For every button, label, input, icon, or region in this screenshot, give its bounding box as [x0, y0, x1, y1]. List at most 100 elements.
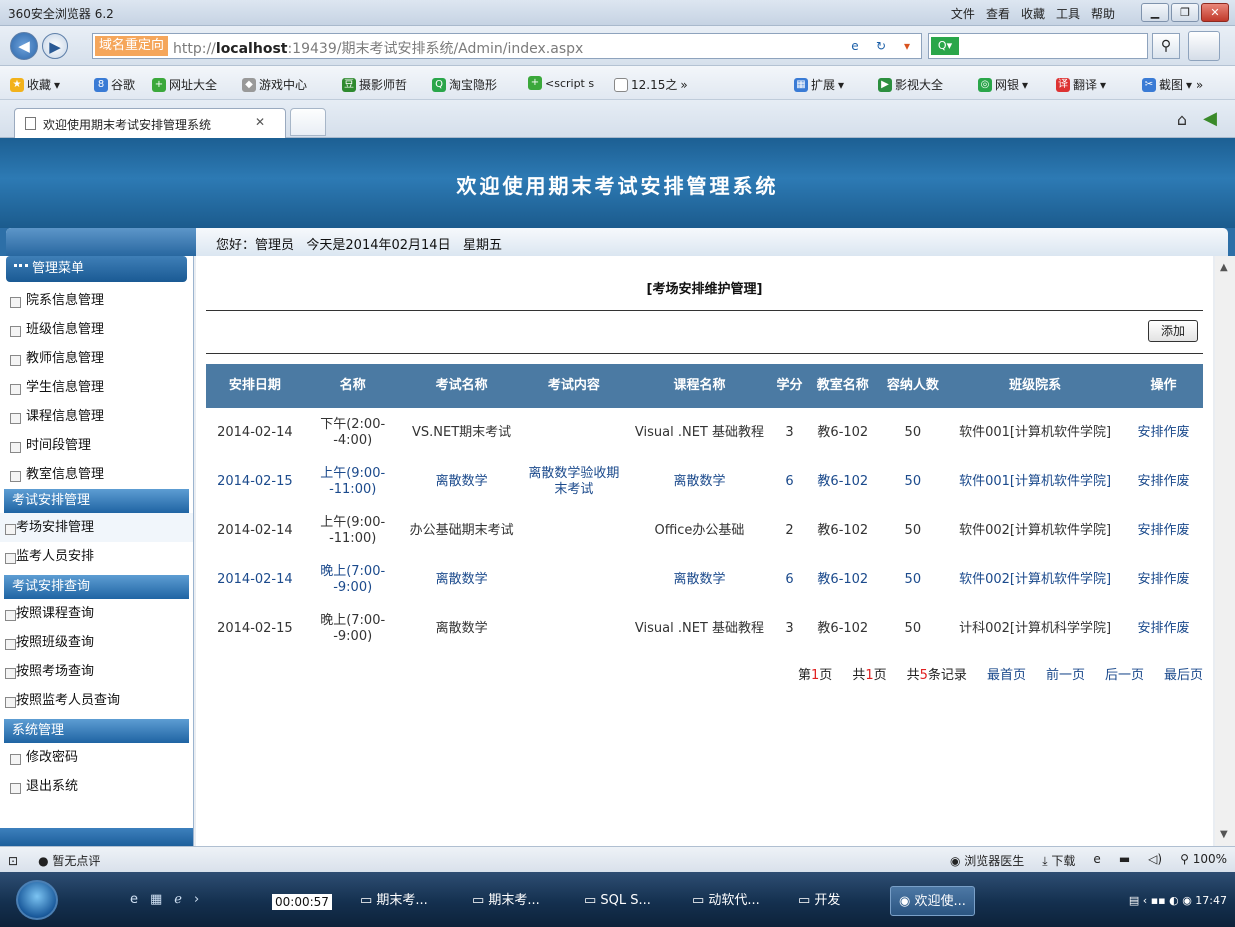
pager-prev-link[interactable]: 前一页 [1046, 664, 1085, 683]
sidebar-item-department[interactable]: 院系信息管理 [0, 286, 193, 315]
undo-arrow-icon[interactable]: ◀ [1203, 108, 1217, 129]
fav-script[interactable]: + <script s [528, 76, 594, 90]
rating-text[interactable]: ● 暂无点评 [38, 852, 100, 869]
menu-tools[interactable]: 工具 [1056, 5, 1080, 22]
menu-help[interactable]: 帮助 [1091, 5, 1115, 22]
zoom-control[interactable]: ⚲ 100% [1180, 852, 1227, 869]
home-icon[interactable]: ⌂ [1177, 110, 1187, 129]
fav-sites[interactable]: + 网址大全 [152, 76, 217, 93]
maximize-button[interactable]: ❐ [1171, 3, 1199, 22]
close-tab-icon[interactable]: ✕ [255, 115, 265, 129]
cell-room: 教6-102 [817, 571, 869, 587]
compat-mode-icon[interactable]: e [845, 37, 865, 55]
cancel-arrangement-link[interactable]: 安排作废 [1124, 555, 1203, 604]
scroll-down-icon[interactable]: ▼ [1220, 829, 1228, 840]
pager-first-link[interactable]: 最首页 [987, 664, 1026, 683]
close-button[interactable]: ✕ [1201, 3, 1229, 22]
start-button[interactable] [16, 880, 58, 920]
ie-mode-icon[interactable]: e [1093, 852, 1100, 869]
search-input[interactable]: Q▾ [928, 33, 1148, 59]
tab-welcome[interactable]: 欢迎使用期末考试安排管理系统 ✕ [14, 108, 286, 138]
sidebar-item-teacher[interactable]: 教师信息管理 [0, 344, 193, 373]
menu-file[interactable]: 文件 [951, 5, 975, 22]
add-button[interactable]: 添加 [1148, 320, 1198, 342]
taskbar-item[interactable]: ▭ 期末考... [352, 886, 436, 916]
fav-photo[interactable]: 豆摄影师哲 [342, 76, 407, 93]
fav-games[interactable]: ◆ 游戏中心 [242, 76, 307, 93]
cancel-arrangement-link[interactable]: 安排作废 [1124, 604, 1203, 653]
fav-taobao[interactable]: Q 淘宝隐形 [432, 76, 497, 93]
column-header: 考试内容 [521, 364, 627, 408]
fav-screenshot[interactable]: ✂ 截图 ▾ » [1142, 76, 1203, 93]
fav-video[interactable]: ▶ 影视大全 [878, 76, 943, 93]
browser-doctor-button[interactable]: ◉ 浏览器医生 [950, 852, 1024, 869]
sidebar-item-classroom[interactable]: 教室信息管理 [0, 460, 193, 489]
back-button[interactable]: ◀ [10, 32, 38, 60]
column-header: 班级院系 [946, 364, 1124, 408]
sidebar-section-query[interactable]: 考试安排查询 [4, 575, 189, 599]
sidebar-item-password[interactable]: 修改密码 [0, 743, 193, 772]
cell-date: 2014-02-15 [217, 620, 293, 636]
fav-google[interactable]: 8 谷歌 [94, 76, 135, 93]
vertical-scrollbar[interactable]: ▲ ▼ [1215, 256, 1235, 846]
sidebar-item-proctor[interactable]: 监考人员安排 [0, 542, 193, 571]
ie-icon[interactable]: ℯ [174, 892, 182, 907]
sidebar-item-exam-room[interactable]: 考场安排管理 [0, 513, 193, 542]
sidebar-toggle-icon[interactable]: ⊡ [8, 854, 18, 868]
volume-icon[interactable]: ◁) [1148, 852, 1162, 869]
window-controls: ▁ ❐ ✕ [1141, 3, 1229, 22]
chevron-right-icon[interactable]: › [194, 892, 199, 907]
sidebar: 管理菜单 院系信息管理 班级信息管理 教师信息管理 学生信息管理 课程信息管理 … [0, 256, 194, 846]
cell-date: 2014-02-14 [217, 424, 293, 440]
cell-slot: 上午(9:00--11:00) [320, 465, 386, 497]
redirect-tag[interactable]: 域名重定向 [95, 36, 169, 56]
pager-last-link[interactable]: 最后页 [1164, 664, 1203, 683]
sidebar-item-by-room[interactable]: 按照考场查询 [0, 657, 193, 686]
window-icon[interactable]: ▬ [1119, 852, 1130, 869]
sidebar-item-class[interactable]: 班级信息管理 [0, 315, 193, 344]
sidebar-item-timeslot[interactable]: 时间段管理 [0, 431, 193, 460]
sidebar-item-by-course[interactable]: 按照课程查询 [0, 599, 193, 628]
cancel-arrangement-link[interactable]: 安排作废 [1124, 506, 1203, 555]
sidebar-item-logout[interactable]: 退出系统 [0, 772, 193, 801]
taskbar-item[interactable]: ▭ 期末考... [464, 886, 548, 916]
sidebar-item-by-proctor[interactable]: 按照监考人员查询 [0, 686, 193, 715]
fav-translate[interactable]: 译翻译 ▾ [1056, 76, 1106, 93]
fav-collect[interactable]: ★ 收藏 ▾ [10, 76, 60, 93]
cancel-arrangement-link[interactable]: 安排作废 [1124, 408, 1203, 457]
menu-favorites[interactable]: 收藏 [1021, 5, 1045, 22]
menu-view[interactable]: 查看 [986, 5, 1010, 22]
forward-button[interactable]: ▶ [42, 33, 68, 59]
taskbar-item[interactable]: ▭ 开发 [790, 886, 848, 916]
dropdown-icon[interactable]: ▾ [897, 37, 917, 55]
cancel-arrangement-link[interactable]: 安排作废 [1124, 457, 1203, 506]
scroll-up-icon[interactable]: ▲ [1220, 262, 1228, 273]
user-avatar-button[interactable] [1188, 31, 1220, 61]
taskbar-item-active[interactable]: ◉ 欢迎使... [890, 886, 975, 916]
refresh-icon[interactable]: ↻ [871, 37, 891, 55]
taskbar-item[interactable]: ▭ 动软代... [684, 886, 768, 916]
browser-icon[interactable]: e [130, 892, 138, 907]
url-text[interactable]: http://localhost:19439/期末考试安排系统/Admin/in… [173, 38, 583, 58]
new-tab-button[interactable] [290, 108, 326, 136]
url-field[interactable]: 域名重定向 http://localhost:19439/期末考试安排系统/Ad… [92, 33, 922, 59]
fav-doc[interactable]: 12.15之 » [614, 76, 688, 93]
sidebar-section-system[interactable]: 系统管理 [4, 719, 189, 743]
fav-bank[interactable]: ◎ 网银 ▾ [978, 76, 1028, 93]
cell-exam-content [522, 604, 626, 653]
fav-extend[interactable]: ▦ 扩展 ▾ [794, 76, 844, 93]
sidebar-section-arrange[interactable]: 考试安排管理 [4, 489, 189, 513]
cell-credit: 3 [785, 424, 794, 440]
pager-next-link[interactable]: 后一页 [1105, 664, 1144, 683]
sidebar-item-course[interactable]: 课程信息管理 [0, 402, 193, 431]
taskbar-item[interactable]: ▭ SQL S... [576, 886, 659, 916]
search-icon[interactable]: ⚲ [1152, 33, 1180, 59]
sidebar-item-by-class[interactable]: 按照班级查询 [0, 628, 193, 657]
minimize-button[interactable]: ▁ [1141, 3, 1169, 22]
sidebar-item-student[interactable]: 学生信息管理 [0, 373, 193, 402]
apps-icon[interactable]: ▦ [150, 892, 162, 907]
cell-credit: 2 [785, 522, 794, 538]
search-engine-icon[interactable]: Q▾ [931, 37, 959, 55]
download-button[interactable]: ⤓ 下载 [1042, 852, 1075, 869]
cell-course: 离散数学 [673, 571, 726, 587]
